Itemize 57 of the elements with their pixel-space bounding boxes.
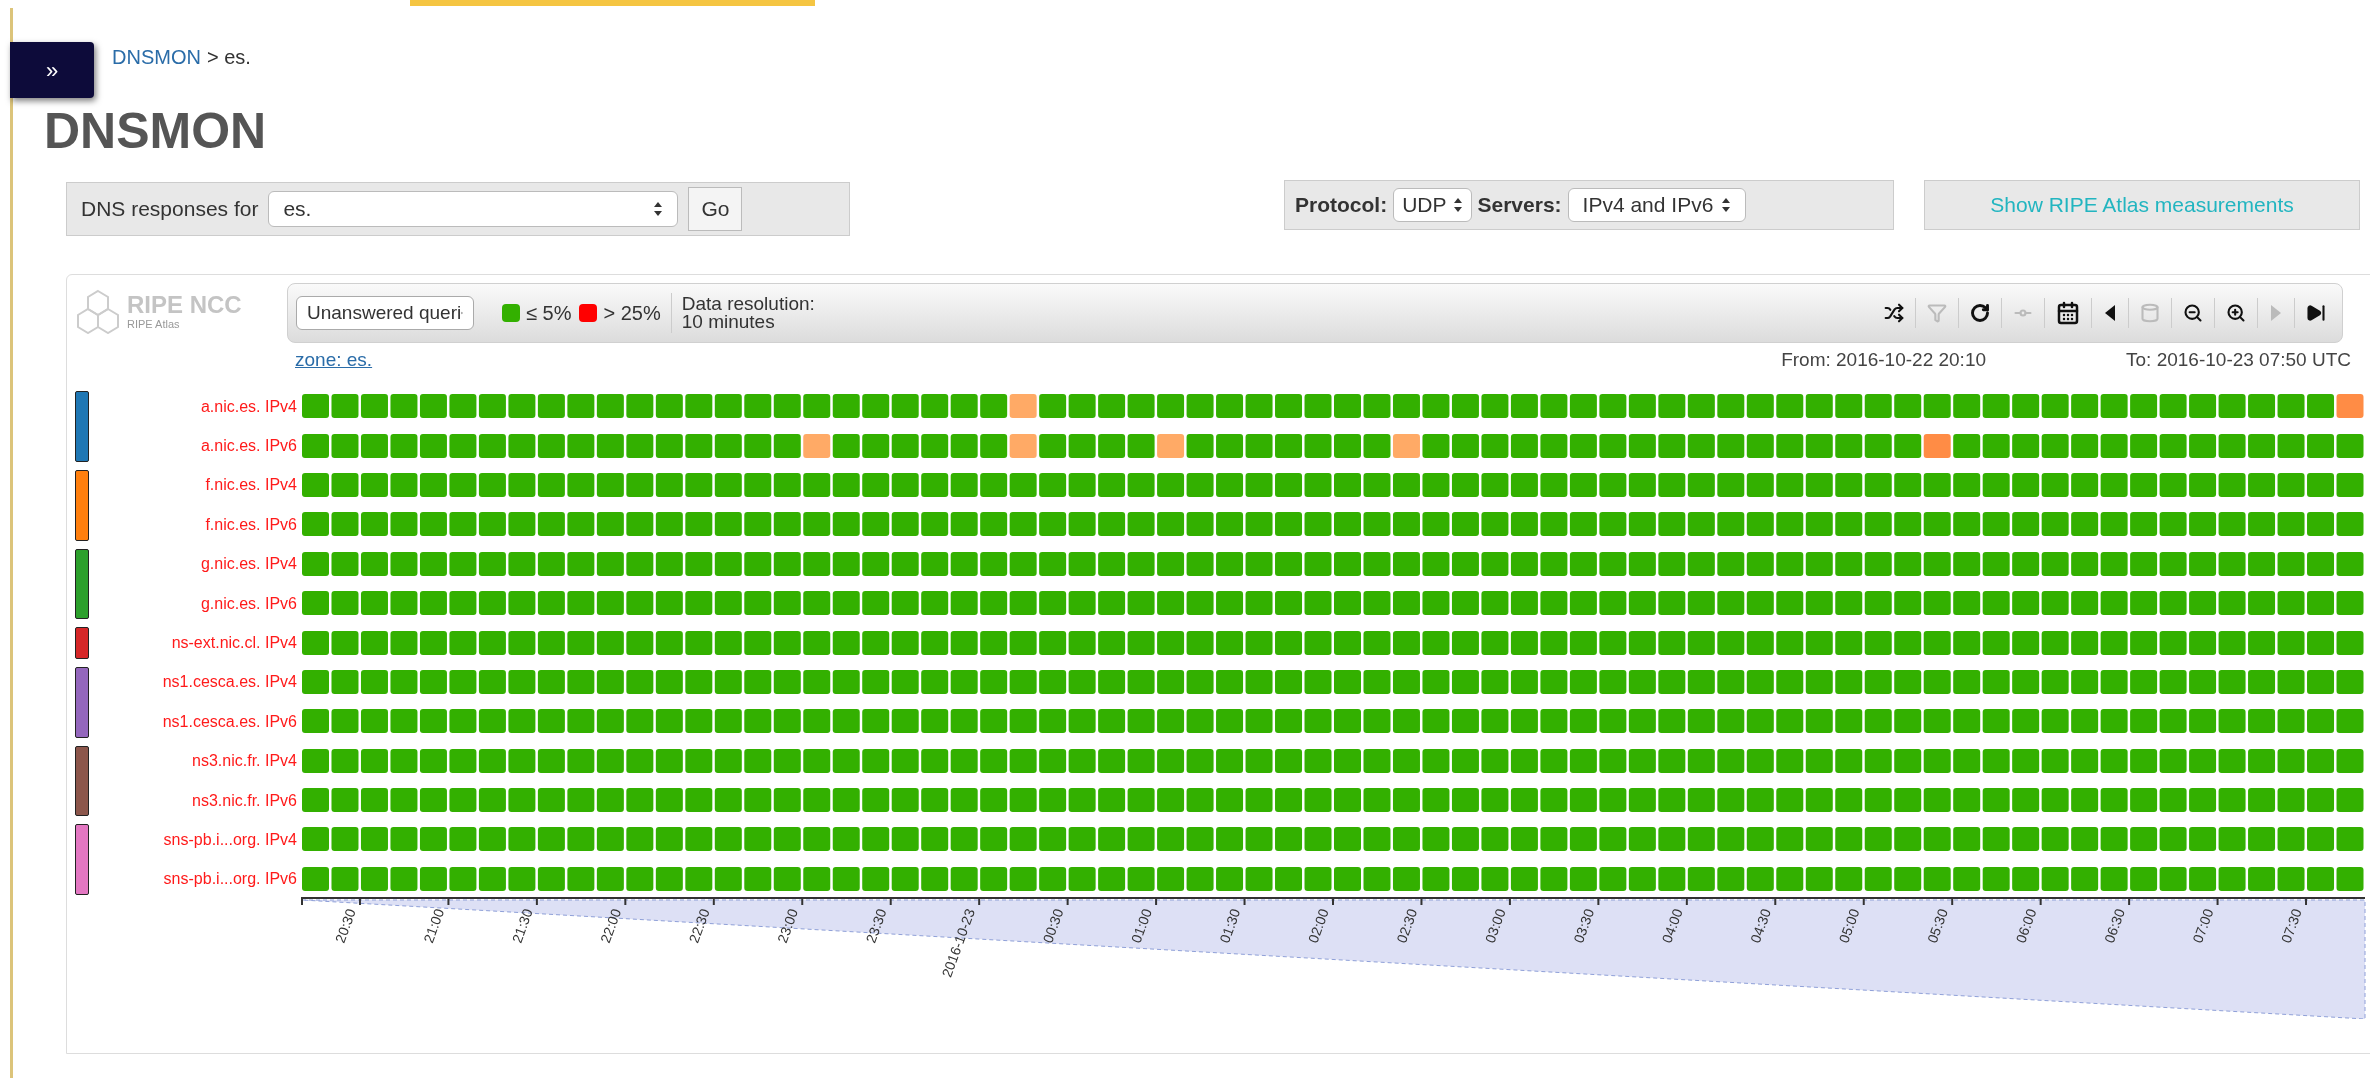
time-label: 21:30 <box>508 906 536 946</box>
server-label: g.nic.es. IPv4 <box>199 554 298 575</box>
cubes-icon <box>75 288 121 334</box>
time-label: 07:00 <box>2189 906 2217 946</box>
server-label: ns1.cesca.es. IPv4 <box>161 672 298 693</box>
time-label: 21:00 <box>420 906 448 946</box>
time-label: 03:30 <box>1570 906 1598 946</box>
time-label: 04:00 <box>1658 906 1686 946</box>
resolution-label: Data resolution: <box>681 295 815 313</box>
time-label: 20:30 <box>331 906 359 946</box>
server-label: ns-ext.nic.cl. IPv4 <box>170 633 298 654</box>
servers-select[interactable]: IPv4 and IPv6 <box>1567 188 1747 222</box>
zone-link[interactable]: zone: es. <box>295 345 373 375</box>
server-label: ns3.nic.fr. IPv6 <box>191 790 298 811</box>
time-label: 23:00 <box>774 906 802 946</box>
server-label: f.nic.es. IPv4 <box>204 475 298 496</box>
server-label: sns-pb.i...org. IPv6 <box>162 869 298 890</box>
time-label: 23:30 <box>862 906 890 946</box>
server-label: f.nic.es. IPv6 <box>204 514 298 535</box>
time-label: 02:00 <box>1304 906 1332 946</box>
time-label: 02:30 <box>1393 906 1421 946</box>
logo-name: RIPE NCC <box>127 292 242 317</box>
time-label: 06:30 <box>2100 906 2128 946</box>
time-label: 06:00 <box>2012 906 2040 946</box>
time-label: 04:30 <box>1747 906 1775 946</box>
time-label: 07:30 <box>2277 906 2305 946</box>
page-title: DNSMON <box>44 106 267 156</box>
go-button[interactable]: Go <box>688 187 743 231</box>
legend-label: ≤ 5% <box>526 301 572 326</box>
from-time: From: 2016-10-22 20:10 <box>1781 347 1987 372</box>
metric-select[interactable]: Unanswered queri <box>296 296 474 330</box>
breadcrumb-link[interactable]: DNSMON <box>112 42 201 72</box>
time-label: 22:00 <box>597 906 625 946</box>
server-label: ns3.nic.fr. IPv4 <box>191 751 298 772</box>
protocol-select[interactable]: UDP <box>1393 188 1472 222</box>
server-label: a.nic.es. IPv4 <box>199 396 298 417</box>
time-label: 00:30 <box>1039 906 1067 946</box>
protocol-label: Protocol: <box>1295 192 1388 219</box>
time-label: 01:30 <box>1216 906 1244 946</box>
resolution-value: 10 minutes <box>681 313 776 331</box>
servers-label: Servers: <box>1477 192 1562 219</box>
legend-label: > 25% <box>603 301 661 326</box>
time-label: 01:00 <box>1127 906 1155 946</box>
time-label: 22:30 <box>685 906 713 946</box>
time-label: 05:00 <box>1835 906 1863 946</box>
time-label: 05:30 <box>1924 906 1951 946</box>
time-label: 03:00 <box>1481 906 1509 946</box>
server-label: ns1.cesca.es. IPv6 <box>161 711 298 732</box>
breadcrumb-current: > es. <box>206 45 251 70</box>
zone-select[interactable]: es. <box>268 191 679 227</box>
sidebar-toggle-button[interactable]: » <box>10 42 94 98</box>
server-label: sns-pb.i...org. IPv4 <box>162 830 298 850</box>
zone-form-label: DNS responses for <box>81 196 259 223</box>
server-label: g.nic.es. IPv6 <box>199 593 298 614</box>
logo-subtitle: RIPE Atlas <box>127 318 181 330</box>
to-time: To: 2016-10-23 07:50 UTC <box>2126 347 2351 372</box>
server-label: a.nic.es. IPv6 <box>199 436 298 457</box>
